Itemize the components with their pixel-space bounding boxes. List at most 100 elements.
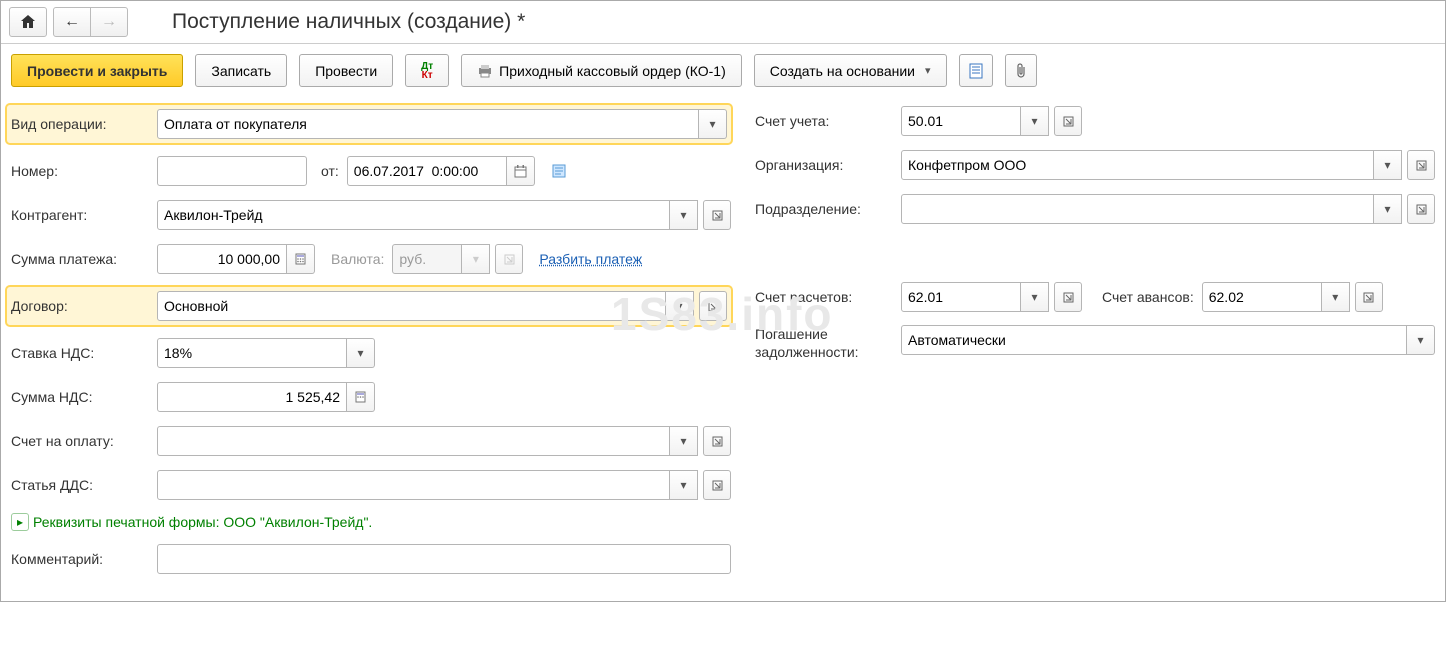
- currency-open-button: [495, 244, 523, 274]
- department-row: Подразделение: ▾: [755, 193, 1435, 225]
- counterparty-input[interactable]: [157, 200, 670, 230]
- department-open-button[interactable]: [1407, 194, 1435, 224]
- contract-input[interactable]: [157, 291, 666, 321]
- open-icon: [708, 301, 719, 312]
- counterparty-dropdown[interactable]: ▾: [670, 200, 698, 230]
- debt-repayment-label: Погашение задолженности:: [755, 325, 895, 361]
- settlement-account-label: Счет расчетов:: [755, 289, 895, 305]
- open-icon: [1416, 160, 1427, 171]
- toolbar: Провести и закрыть Записать Провести ДтК…: [1, 44, 1445, 97]
- operation-type-dropdown[interactable]: ▾: [699, 109, 727, 139]
- operation-type-row: Вид операции: ▾: [7, 105, 731, 143]
- invoice-open-button[interactable]: [703, 426, 731, 456]
- debt-repayment-dropdown[interactable]: ▾: [1407, 325, 1435, 355]
- organization-open-button[interactable]: [1407, 150, 1435, 180]
- comment-input[interactable]: [157, 544, 731, 574]
- report-icon-button[interactable]: [959, 54, 993, 87]
- date-input[interactable]: [347, 156, 507, 186]
- date-calendar-button[interactable]: [507, 156, 535, 186]
- payment-amount-input[interactable]: [157, 244, 287, 274]
- print-ko1-label: Приходный кассовый ордер (КО-1): [499, 63, 726, 79]
- title-bar: ← → Поступление наличных (создание) *: [1, 1, 1445, 44]
- account-dropdown[interactable]: ▾: [1021, 106, 1049, 136]
- split-payment-link[interactable]: Разбить платеж: [539, 251, 642, 267]
- from-label: от:: [321, 163, 339, 179]
- counterparty-open-button[interactable]: [703, 200, 731, 230]
- open-icon: [504, 254, 515, 265]
- operation-type-input[interactable]: [157, 109, 699, 139]
- open-icon: [712, 436, 723, 447]
- dds-article-input[interactable]: [157, 470, 670, 500]
- arrow-right-icon: →: [101, 13, 117, 31]
- currency-input: [392, 244, 462, 274]
- calculator-icon: [355, 391, 366, 403]
- advance-account-label: Счет авансов:: [1102, 289, 1194, 305]
- dds-article-row: Статья ДДС: ▾: [11, 469, 731, 501]
- dt-kt-icon: ДтКт: [421, 62, 433, 80]
- number-input[interactable]: [157, 156, 307, 186]
- settlement-account-input[interactable]: [901, 282, 1021, 312]
- printer-icon: [477, 63, 493, 79]
- print-form-hint-row[interactable]: ▸ Реквизиты печатной формы: ООО "Аквилон…: [11, 513, 731, 531]
- vat-rate-dropdown[interactable]: ▾: [347, 338, 375, 368]
- advance-account-input[interactable]: [1202, 282, 1322, 312]
- dds-article-dropdown[interactable]: ▾: [670, 470, 698, 500]
- calendar-icon: [514, 165, 527, 178]
- open-icon: [1363, 292, 1374, 303]
- post-button[interactable]: Провести: [299, 54, 393, 87]
- organization-input[interactable]: [901, 150, 1374, 180]
- contract-label: Договор:: [11, 298, 151, 314]
- debt-repayment-input[interactable]: [901, 325, 1407, 355]
- vat-amount-label: Сумма НДС:: [11, 389, 151, 405]
- currency-label: Валюта:: [331, 251, 384, 267]
- settlement-account-row: Счет расчетов: ▾ Счет авансов: ▾: [755, 281, 1435, 313]
- vat-rate-row: Ставка НДС: ▾: [11, 337, 731, 369]
- department-label: Подразделение:: [755, 201, 895, 217]
- payment-amount-calc-button[interactable]: [287, 244, 315, 274]
- settlement-account-open-button[interactable]: [1054, 282, 1082, 312]
- payment-amount-row: Сумма платежа: Валюта: ▾ Разбить платеж: [11, 243, 731, 275]
- vat-rate-input[interactable]: [157, 338, 347, 368]
- contract-open-button[interactable]: [699, 291, 727, 321]
- payment-amount-label: Сумма платежа:: [11, 251, 151, 267]
- nav-back-button[interactable]: ←: [53, 7, 91, 37]
- invoice-input[interactable]: [157, 426, 670, 456]
- currency-dropdown: ▾: [462, 244, 490, 274]
- organization-label: Организация:: [755, 157, 895, 173]
- attach-icon-button[interactable]: [1005, 54, 1037, 87]
- note-icon[interactable]: [549, 161, 569, 181]
- save-button[interactable]: Записать: [195, 54, 287, 87]
- vat-amount-calc-button[interactable]: [347, 382, 375, 412]
- account-open-button[interactable]: [1054, 106, 1082, 136]
- open-icon: [1416, 204, 1427, 215]
- advance-account-dropdown[interactable]: ▾: [1322, 282, 1350, 312]
- home-button[interactable]: [9, 7, 47, 37]
- contract-dropdown[interactable]: ▾: [666, 291, 694, 321]
- settlement-account-dropdown[interactable]: ▾: [1021, 282, 1049, 312]
- vat-amount-input[interactable]: [157, 382, 347, 412]
- organization-dropdown[interactable]: ▾: [1374, 150, 1402, 180]
- department-input[interactable]: [901, 194, 1374, 224]
- create-based-on-button[interactable]: Создать на основании: [754, 54, 947, 87]
- invoice-label: Счет на оплату:: [11, 433, 151, 449]
- operation-type-label: Вид операции:: [11, 116, 151, 132]
- department-dropdown[interactable]: ▾: [1374, 194, 1402, 224]
- account-row: Счет учета: ▾: [755, 105, 1435, 137]
- invoice-dropdown[interactable]: ▾: [670, 426, 698, 456]
- dds-article-open-button[interactable]: [703, 470, 731, 500]
- invoice-row: Счет на оплату: ▾: [11, 425, 731, 457]
- account-label: Счет учета:: [755, 113, 895, 129]
- advance-account-open-button[interactable]: [1355, 282, 1383, 312]
- vat-rate-label: Ставка НДС:: [11, 345, 151, 361]
- vat-amount-row: Сумма НДС:: [11, 381, 731, 413]
- nav-forward-button[interactable]: →: [90, 7, 128, 37]
- account-input[interactable]: [901, 106, 1021, 136]
- paperclip-icon: [1015, 63, 1027, 79]
- dt-kt-button[interactable]: ДтКт: [405, 54, 449, 87]
- post-and-close-button[interactable]: Провести и закрыть: [11, 54, 183, 87]
- comment-row: Комментарий:: [11, 543, 731, 575]
- number-row: Номер: от:: [11, 155, 731, 187]
- contract-row: Договор: ▾: [7, 287, 731, 325]
- print-ko1-button[interactable]: Приходный кассовый ордер (КО-1): [461, 54, 742, 87]
- calculator-icon: [295, 253, 306, 265]
